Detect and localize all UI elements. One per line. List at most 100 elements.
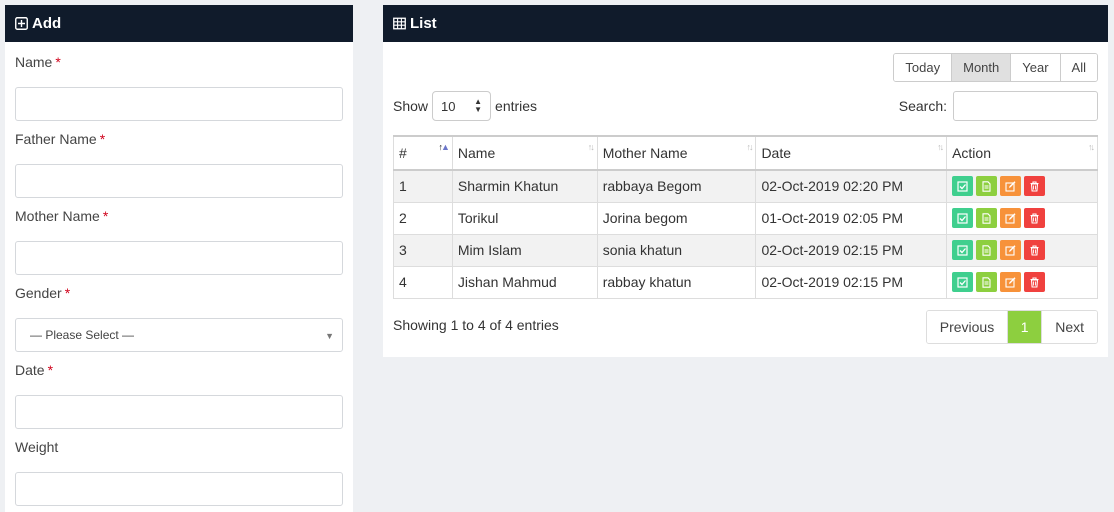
edit-button[interactable] — [1000, 208, 1022, 228]
date-input[interactable] — [15, 395, 343, 429]
name-input[interactable] — [15, 87, 343, 121]
approve-button[interactable] — [952, 208, 974, 228]
mother-name-group: Mother Name * — [15, 206, 343, 275]
cell-date: 01-Oct-2019 02:05 PM — [755, 201, 948, 235]
check-square-icon — [957, 276, 968, 288]
column-header-mother-name[interactable]: Mother Name ↑↓ — [596, 135, 757, 171]
add-panel-header: Add — [5, 5, 353, 42]
updown-icon: ▲ ▼ — [474, 97, 483, 114]
delete-button[interactable] — [1024, 208, 1046, 228]
cell-name: Sharmin Khatun — [451, 169, 598, 203]
cell-number: 1 — [393, 169, 453, 203]
next-page-button[interactable]: Next — [1041, 311, 1097, 343]
edit-button[interactable] — [1000, 176, 1022, 197]
required-mark: * — [47, 362, 54, 378]
document-icon — [982, 244, 991, 256]
trash-icon — [1030, 212, 1039, 224]
gender-label: Gender * — [15, 285, 71, 301]
sort-icon: ↑↓ — [1088, 142, 1095, 152]
cell-number: 3 — [393, 233, 453, 267]
column-header-number[interactable]: # ↑▲ — [393, 135, 453, 171]
table-info: Showing 1 to 4 of 4 entries — [393, 317, 559, 333]
cell-number: 4 — [393, 265, 453, 299]
column-header-date[interactable]: Date ↑↓ — [755, 135, 948, 171]
view-button[interactable] — [976, 208, 998, 228]
approve-button[interactable] — [952, 176, 974, 197]
search-label: Search: — [898, 98, 947, 114]
delete-button[interactable] — [1024, 176, 1046, 197]
date-label: Date * — [15, 362, 54, 378]
add-panel: Add Name * Father Name * Mother Name * Gend… — [5, 5, 353, 512]
approve-button[interactable] — [952, 272, 974, 292]
column-label: Name — [457, 145, 496, 161]
table-row: 3 Mim Islam sonia khatun 02-Oct-2019 02:… — [393, 233, 1098, 267]
column-header-action[interactable]: Action ↑↓ — [946, 135, 1098, 171]
cell-date: 02-Oct-2019 02:20 PM — [755, 169, 948, 203]
weight-group: Weight — [15, 437, 343, 506]
column-label: Action — [952, 145, 991, 161]
name-label: Name * — [15, 54, 61, 70]
mother-name-input[interactable] — [15, 241, 343, 275]
edit-button[interactable] — [1000, 272, 1022, 292]
list-panel: List Today Month Year All Show 10 ▲ ▼ ent… — [383, 5, 1108, 357]
weight-input[interactable] — [15, 472, 343, 506]
trash-icon — [1030, 181, 1039, 192]
gender-group: Gender * — Please Select — ▼ — [15, 283, 343, 352]
delete-button[interactable] — [1024, 240, 1046, 260]
date-group: Date * — [15, 360, 343, 429]
add-panel-title: Add — [32, 15, 62, 32]
column-label: Mother Name — [602, 145, 688, 161]
required-mark: * — [64, 285, 71, 301]
edit-button[interactable] — [1000, 240, 1022, 260]
filter-all-button[interactable]: All — [1059, 54, 1097, 81]
check-square-icon — [957, 244, 968, 256]
edit-icon — [1005, 181, 1016, 192]
page-length-value: 10 — [441, 98, 456, 114]
list-panel-title: List — [410, 15, 437, 32]
sort-icon: ↑↓ — [587, 142, 595, 152]
father-name-group: Father Name * — [15, 129, 343, 198]
current-page-button[interactable]: 1 — [1007, 311, 1042, 343]
table-row: 1 Sharmin Khatun rabbaya Begom 02-Oct-20… — [393, 169, 1098, 203]
approve-button[interactable] — [952, 240, 974, 260]
father-name-input[interactable] — [15, 164, 343, 198]
cell-name: Mim Islam — [451, 233, 598, 267]
cell-actions — [946, 169, 1098, 203]
entries-label: entries — [495, 98, 538, 114]
document-icon — [982, 276, 991, 288]
filter-today-button[interactable]: Today — [894, 54, 952, 81]
search-control: Search: — [899, 91, 1098, 121]
cell-mother-name: sonia khatun — [596, 233, 757, 267]
filter-year-button[interactable]: Year — [1010, 54, 1060, 81]
view-button[interactable] — [976, 272, 998, 292]
column-header-name[interactable]: Name ↑↓ — [451, 135, 598, 171]
edit-icon — [1005, 244, 1016, 256]
cell-name: Torikul — [451, 201, 598, 235]
list-panel-header: List — [383, 5, 1108, 42]
records-table: # ↑▲ Name ↑↓ Mother Name ↑↓ Date ↑↓ Action ↑↓… — [393, 135, 1098, 299]
filter-month-button[interactable]: Month — [951, 54, 1011, 81]
check-square-icon — [957, 181, 968, 192]
plus-square-icon — [15, 17, 28, 30]
edit-icon — [1005, 276, 1016, 288]
pagination: Previous 1 Next — [925, 310, 1098, 344]
cell-date: 02-Oct-2019 02:15 PM — [755, 233, 948, 267]
sort-icon: ↑↓ — [937, 142, 944, 152]
view-button[interactable] — [976, 176, 998, 197]
show-label: Show — [393, 98, 429, 114]
mother-name-label: Mother Name * — [15, 208, 109, 224]
weight-label: Weight — [15, 439, 59, 455]
trash-icon — [1030, 244, 1039, 256]
required-mark: * — [102, 208, 109, 224]
gender-select[interactable]: — Please Select — ▼ — [15, 318, 343, 352]
previous-page-button[interactable]: Previous — [926, 311, 1008, 343]
cell-actions — [946, 265, 1098, 299]
cell-actions — [946, 233, 1098, 267]
document-icon — [982, 181, 991, 192]
delete-button[interactable] — [1024, 272, 1046, 292]
view-button[interactable] — [976, 240, 998, 260]
search-input[interactable] — [953, 91, 1098, 121]
page-length-select[interactable]: 10 ▲ ▼ — [432, 91, 492, 121]
required-mark: * — [99, 131, 106, 147]
document-icon — [982, 212, 991, 224]
